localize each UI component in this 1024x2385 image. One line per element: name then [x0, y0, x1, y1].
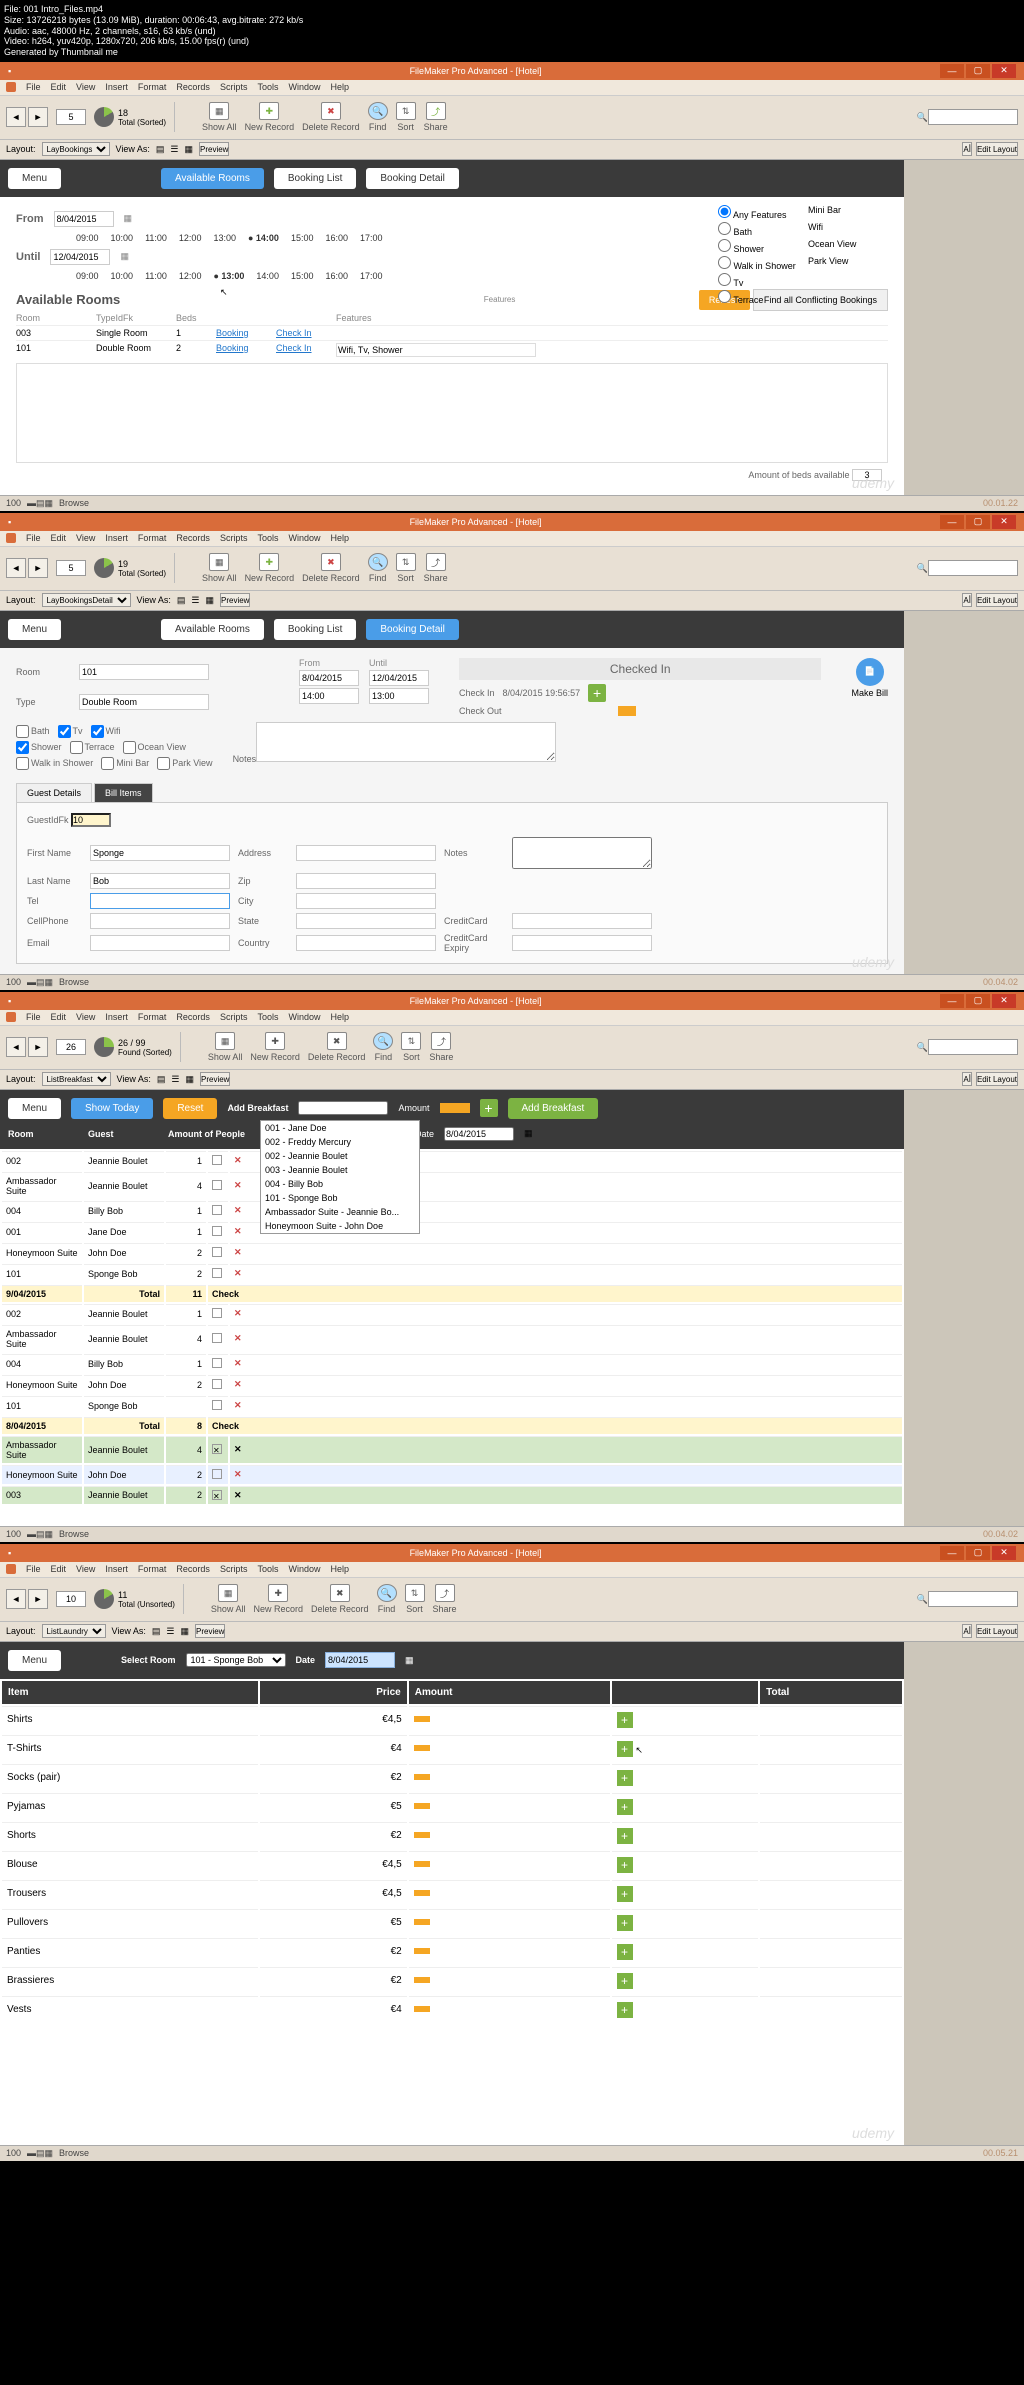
plus-button[interactable]: + — [617, 1712, 633, 1728]
watermark: udemy — [852, 475, 894, 491]
laundry-table: ItemPriceAmountTotal Shirts€4,5+ T-Shirt… — [0, 1679, 904, 2025]
room-dropdown: 001 - Jane Doe 002 - Freddy Mercury 002 … — [260, 1120, 420, 1234]
window-available-rooms: ▪ FileMaker Pro Advanced - [Hotel] — ▢ ✕… — [0, 62, 1024, 511]
sidebar-right — [904, 160, 1024, 495]
laundry-row: Shirts€4,5+ — [2, 1706, 902, 1733]
sort-button[interactable]: ⇅Sort — [396, 102, 416, 132]
breakfast-table: 002Jeannie Boulet1✕ Ambassador SuiteJean… — [0, 1149, 904, 1506]
features-filter: Any FeaturesMini Bar BathWifi ShowerOcea… — [718, 205, 888, 305]
booking-detail-tab[interactable]: Booking Detail — [366, 168, 458, 189]
type-input[interactable] — [79, 694, 209, 710]
until-label: Until — [16, 251, 40, 263]
search-icon: 🔍 — [917, 112, 928, 123]
date-input[interactable] — [325, 1652, 395, 1668]
minimize-button[interactable]: — — [940, 64, 964, 78]
menu-button[interactable]: Menu — [8, 168, 61, 189]
show-today-button[interactable]: Show Today — [71, 1098, 153, 1119]
view-list-button[interactable]: ☰ — [170, 144, 178, 155]
view-form-button[interactable]: ▤ — [156, 144, 165, 155]
add-icon[interactable]: + — [588, 684, 606, 702]
menu-records[interactable]: Records — [176, 82, 210, 92]
maximize-button[interactable]: ▢ — [966, 64, 990, 78]
bill-items-tab[interactable]: Bill Items — [94, 783, 153, 802]
calendar-icon[interactable]: ▦ — [124, 213, 133, 224]
guest-id-input[interactable] — [71, 813, 111, 827]
booking-detail-tab-active[interactable]: Booking Detail — [366, 619, 458, 640]
delete-record-button[interactable]: ✖Delete Record — [302, 102, 360, 132]
guest-details-tab[interactable]: Guest Details — [16, 783, 92, 802]
close-button[interactable]: ✕ — [992, 64, 1016, 78]
search-input[interactable] — [928, 109, 1018, 125]
until-date-input[interactable] — [50, 249, 110, 265]
show-all-button[interactable]: ▦Show All — [202, 102, 237, 132]
pie-icon — [94, 107, 114, 127]
window-booking-detail: ▪FileMaker Pro Advanced - [Hotel]—▢✕ Fil… — [0, 513, 1024, 990]
from-time-slots: 09:0010:0011:0012:0013:00● 14:0015:0016:… — [76, 233, 383, 243]
plus-icon[interactable]: + — [480, 1099, 498, 1117]
toolbar: ◄ ► 18Total (Sorted) ▦Show All ✚New Reco… — [0, 96, 1024, 140]
menu-file[interactable]: File — [26, 82, 41, 92]
find-button[interactable]: 🔍Find — [368, 102, 388, 132]
new-record-button[interactable]: ✚New Record — [245, 102, 295, 132]
prev-record-button[interactable]: ◄ — [6, 107, 26, 127]
from-date-input[interactable] — [54, 211, 114, 227]
room-input[interactable] — [79, 664, 209, 680]
menu-scripts[interactable]: Scripts — [220, 82, 248, 92]
filemaker-icon — [6, 82, 16, 92]
menubar: File Edit View Insert Format Records Scr… — [0, 80, 1024, 96]
date-input[interactable] — [444, 1127, 514, 1141]
edit-layout-button[interactable]: Edit Layout — [976, 142, 1018, 156]
breakfast-input[interactable] — [298, 1101, 388, 1115]
room-select[interactable]: 101 - Sponge Bob — [186, 1653, 286, 1667]
cursor-icon: ↖ — [220, 287, 228, 298]
booking-list-tab[interactable]: Booking List — [274, 168, 356, 189]
checked-in-badge: Checked In — [459, 658, 821, 680]
aa-button[interactable]: Aأ — [962, 142, 972, 156]
record-number-input[interactable] — [56, 109, 86, 125]
available-rooms-heading: Available Rooms — [16, 292, 120, 307]
nav-bar: Menu Available Rooms Booking List Bookin… — [0, 160, 904, 197]
room-row: 003Single Room1BookingCheck In — [16, 325, 888, 340]
statusbar: 100▬▤▦Browse 00.01.22 — [0, 495, 1024, 511]
make-bill-button[interactable]: 📄Make Bill — [851, 658, 888, 716]
layout-select[interactable]: LayBookings — [42, 142, 110, 156]
room-row: 101Double Room2BookingCheck InWifi, Tv, … — [16, 340, 888, 359]
tel-input-focused[interactable] — [90, 893, 230, 909]
amount-input[interactable] — [440, 1103, 470, 1113]
layout-bar: Layout: LayBookings View As: ▤ ☰ ▦ Previ… — [0, 140, 1024, 160]
view-table-button[interactable]: ▦ — [184, 144, 193, 155]
video-metadata: File: 001 Intro_Files.mp4 Size: 13726218… — [0, 0, 1024, 62]
checkin-link[interactable]: Check In — [276, 328, 336, 338]
window-breakfast-list: ▪FileMaker Pro Advanced - [Hotel]—▢✕ Fil… — [0, 992, 1024, 1542]
empty-area — [16, 363, 888, 463]
reset-button[interactable]: Reset — [163, 1098, 217, 1119]
share-button[interactable]: ⤴Share — [424, 102, 448, 132]
titlebar: ▪ FileMaker Pro Advanced - [Hotel] — ▢ ✕ — [0, 62, 1024, 80]
menu-view[interactable]: View — [76, 82, 95, 92]
menu-help[interactable]: Help — [330, 82, 349, 92]
menu-tools[interactable]: Tools — [257, 82, 278, 92]
menu-edit[interactable]: Edit — [51, 82, 67, 92]
preview-button[interactable]: Preview — [199, 142, 229, 156]
from-label: From — [16, 213, 44, 225]
notes-textarea[interactable] — [256, 722, 556, 762]
add-breakfast-button[interactable]: Add Breakfast — [508, 1098, 599, 1119]
menu-format[interactable]: Format — [138, 82, 167, 92]
remove-icon[interactable] — [618, 706, 636, 716]
menu-insert[interactable]: Insert — [105, 82, 128, 92]
until-time-slots: 09:0010:0011:0012:00● 13:0014:0015:0016:… — [76, 271, 383, 281]
window-laundry-list: ▪FileMaker Pro Advanced - [Hotel]—▢✕ Fil… — [0, 1544, 1024, 2161]
content-area: From ▦ 09:0010:0011:0012:0013:00● 14:001… — [0, 197, 904, 495]
booking-link[interactable]: Booking — [216, 343, 276, 357]
next-record-button[interactable]: ► — [28, 107, 48, 127]
table-row: 002Jeannie Boulet1✕ — [2, 1151, 902, 1170]
available-rooms-tab[interactable]: Available Rooms — [161, 168, 264, 189]
minus-button[interactable] — [414, 1716, 430, 1722]
booking-link[interactable]: Booking — [216, 328, 276, 338]
calendar-icon[interactable]: ▦ — [120, 251, 129, 262]
cursor-icon: ↖ — [635, 1745, 643, 1755]
menu-window[interactable]: Window — [288, 82, 320, 92]
checkin-link[interactable]: Check In — [276, 343, 336, 357]
